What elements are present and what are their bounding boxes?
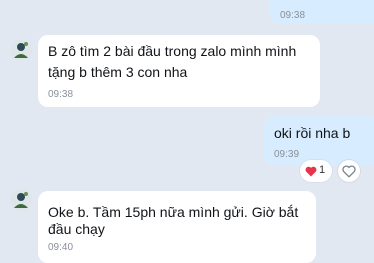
contact-avatar[interactable]: [10, 39, 32, 61]
reaction-count: 1: [319, 164, 326, 176]
message-text: oki rồi nha b: [274, 125, 351, 141]
message-timestamp: 09:38: [48, 89, 74, 100]
reaction-summary[interactable]: 1: [300, 160, 332, 182]
avatar-image: [10, 189, 32, 211]
incoming-message-bubble[interactable]: Oke b. Tầm 15ph nữa mình gửi. Giờ bắt đầ…: [38, 191, 316, 263]
contact-avatar[interactable]: [10, 189, 32, 211]
outgoing-message-bubble[interactable]: oki rồi nha b 09:39: [264, 116, 374, 166]
incoming-message-bubble[interactable]: B zô tìm 2 bài đầu trong zalo mình mình …: [38, 35, 320, 107]
message-timestamp: 09:40: [48, 242, 74, 253]
add-reaction-button[interactable]: [338, 160, 360, 182]
heart-icon: [305, 166, 317, 177]
message-timestamp: 09:39: [274, 149, 300, 160]
outgoing-message-bubble[interactable]: 09:38: [270, 0, 374, 24]
message-text: B zô tìm 2 bài đầu trong zalo mình mình: [48, 43, 297, 59]
message-timestamp: 09:38: [280, 10, 306, 21]
message-text: đầu chạy: [48, 221, 105, 237]
heart-outline-icon: [342, 165, 356, 178]
message-text: tặng b thêm 3 con nha: [48, 64, 188, 80]
avatar-image: [10, 39, 32, 61]
